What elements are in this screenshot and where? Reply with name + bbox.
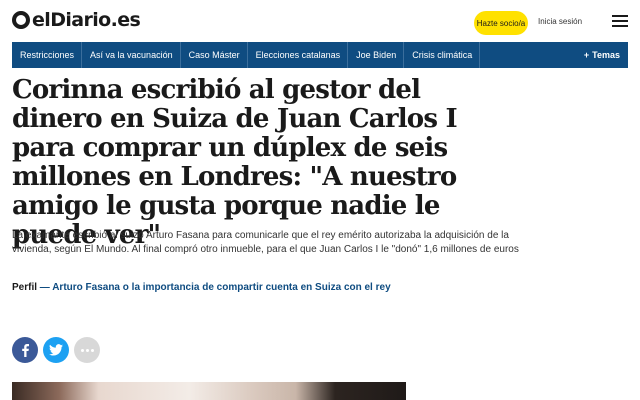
more-share-button[interactable] xyxy=(74,337,100,363)
share-buttons xyxy=(12,337,100,363)
nav-item-elecciones-catalanas[interactable]: Elecciones catalanas xyxy=(248,42,349,68)
hamburger-icon[interactable] xyxy=(612,15,628,27)
nav-item-caso-master[interactable]: Caso Máster xyxy=(181,42,248,68)
related-link[interactable]: Perfil — Arturo Fasana o la importancia … xyxy=(12,282,391,293)
article-lead-image xyxy=(12,382,406,400)
logo-circle-icon xyxy=(12,11,30,29)
nav-item-joe-biden[interactable]: Joe Biden xyxy=(348,42,405,68)
facebook-icon xyxy=(22,344,29,357)
logo-text: elDiario.es xyxy=(32,9,141,31)
related-label: Perfil xyxy=(12,282,38,293)
facebook-share-button[interactable] xyxy=(12,337,38,363)
plus-icon: + xyxy=(583,50,590,60)
more-icon xyxy=(80,348,94,352)
more-topics-label: Temas xyxy=(592,50,620,60)
nav-item-crisis-climatica[interactable]: Crisis climática xyxy=(404,42,481,68)
nav-item-restricciones[interactable]: Restricciones xyxy=(12,42,83,68)
article-headline: Corinna escribió al gestor del dinero en… xyxy=(12,75,458,250)
site-header: elDiario.es Hazte socio/a Inicia sesión xyxy=(0,0,640,40)
twitter-share-button[interactable] xyxy=(43,337,69,363)
site-logo[interactable]: elDiario.es xyxy=(12,9,141,31)
related-link-text[interactable]: — Arturo Fasana o la importancia de comp… xyxy=(40,282,391,293)
nav-item-vacunacion[interactable]: Así va la vacunación xyxy=(82,42,181,68)
more-topics-button[interactable]: + Temas xyxy=(584,50,628,60)
topics-navbar: Restricciones Así va la vacunación Caso … xyxy=(12,42,628,68)
twitter-icon xyxy=(49,344,63,356)
article-standfirst: La examante escribió al suizo Arturo Fas… xyxy=(12,230,519,255)
subscribe-button[interactable]: Hazte socio/a xyxy=(474,11,528,35)
login-link[interactable]: Inicia sesión xyxy=(538,17,582,26)
